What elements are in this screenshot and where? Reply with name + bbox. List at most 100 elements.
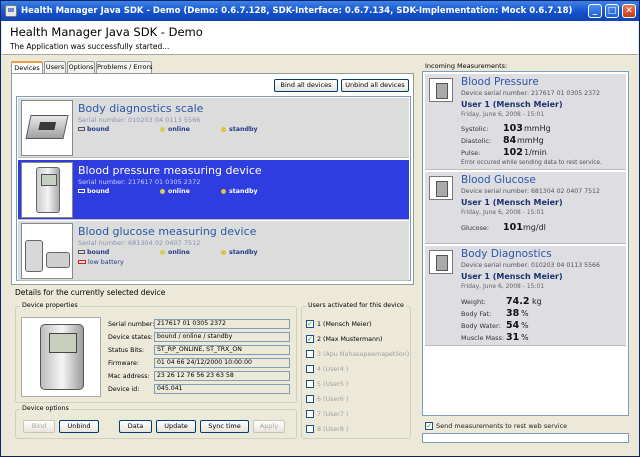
device-name: Blood glucose measuring device xyxy=(78,225,257,238)
device-serial: Serial number: 681304 02 0407 7512 xyxy=(78,239,201,247)
measurement-name: Body Diagnostics xyxy=(461,248,552,260)
page-title: Health Manager Java SDK - Demo xyxy=(10,25,203,39)
glucose-meter-icon xyxy=(21,223,73,279)
prop-label: Device id: xyxy=(108,386,140,393)
bound-status: bound xyxy=(78,249,109,256)
link-icon xyxy=(78,127,85,131)
measurement-row: Body Water: 54% xyxy=(461,320,529,331)
checkbox[interactable]: ✓ xyxy=(306,335,314,343)
tab-problems[interactable]: Problems / Errors xyxy=(96,61,153,73)
measurement-row: Body Fat: 38% xyxy=(461,308,529,319)
device-row-scale[interactable]: Body diagnostics scale Serial number: 01… xyxy=(18,98,409,158)
checkbox[interactable] xyxy=(306,350,314,358)
tab-users[interactable]: Users xyxy=(44,61,66,73)
bound-status: bound xyxy=(78,126,109,133)
bind-all-button[interactable]: Bind all devices xyxy=(274,79,338,92)
online-status: online xyxy=(160,249,190,256)
checkbox[interactable] xyxy=(306,365,314,373)
device-states-field: bound / online / standby xyxy=(154,332,290,342)
measurement-row: Pulse: 102 1/min xyxy=(461,147,547,158)
close-button[interactable]: ✕ xyxy=(622,4,636,18)
user-checkbox-6[interactable]: 6 (User6 ) xyxy=(306,395,348,403)
tab-options[interactable]: Options xyxy=(67,61,95,73)
device-name: Body diagnostics scale xyxy=(78,102,204,115)
measurement-row: Glucose: 101 mg/dl xyxy=(461,222,546,233)
online-dot-icon xyxy=(160,188,165,194)
checkbox[interactable] xyxy=(306,425,314,433)
user-checkbox-5[interactable]: 5 (User5 ) xyxy=(306,380,348,388)
device-serial: Serial number: 217617 01 0305 2372 xyxy=(78,178,201,186)
group-label: Device properties xyxy=(20,302,80,309)
user-checkbox-1[interactable]: ✓ 1 (Mensch Meier) xyxy=(306,320,371,328)
measurement-card-blood-pressure: Blood Pressure Device serial number: 217… xyxy=(425,74,626,170)
low-battery-status: low battery xyxy=(78,259,124,266)
checkbox[interactable]: ✓ xyxy=(306,320,314,328)
prop-label: Mac address: xyxy=(108,373,150,380)
measurement-card-blood-glucose: Blood Glucose Device serial number: 6813… xyxy=(425,172,626,244)
blood-pressure-monitor-icon xyxy=(429,78,453,102)
measurement-name: Blood Glucose xyxy=(461,174,536,186)
rest-status-field xyxy=(422,433,629,443)
mac-address-field: 23 26 12 76 56 23 63 58 xyxy=(154,371,290,381)
user-checkbox-4[interactable]: 4 (User4 ) xyxy=(306,365,348,373)
device-row-glucose[interactable]: Blood glucose measuring device Serial nu… xyxy=(18,221,409,281)
link-icon xyxy=(78,250,85,254)
checkbox[interactable] xyxy=(306,410,314,418)
standby-status: standby xyxy=(221,126,258,133)
measurement-error: Error occured while sending data to rest… xyxy=(461,160,602,166)
standby-status: standby xyxy=(221,188,258,195)
device-row-blood-pressure[interactable]: Blood pressure measuring device Serial n… xyxy=(18,160,409,220)
device-id-field: 045.041 xyxy=(154,384,290,394)
apply-button[interactable]: Apply xyxy=(253,420,285,433)
title-bar[interactable]: Health Manager Java SDK - Demo (Demo: 0.… xyxy=(1,1,639,21)
measurement-serial: Device serial number: 010203 04 0113 556… xyxy=(461,262,600,269)
online-status: online xyxy=(160,126,190,133)
measurement-serial: Device serial number: 681304 02 0407 751… xyxy=(461,188,600,195)
user-checkbox-3[interactable]: 3 (Apu Nahasapeemapetilon) xyxy=(306,350,409,358)
measurement-date: Friday, June 6, 2008 - 15:01 xyxy=(461,209,545,216)
scale-icon xyxy=(21,100,73,156)
user-checkbox-7[interactable]: 7 (User7 ) xyxy=(306,410,348,418)
device-serial: Serial number: 010203 04 0113 5566 xyxy=(78,116,201,124)
checkbox[interactable] xyxy=(306,395,314,403)
measurement-serial: Device serial number: 217617 01 0305 237… xyxy=(461,90,600,97)
standby-dot-icon xyxy=(221,249,226,255)
serial-number-field: 217617 01 0305 2372 xyxy=(154,319,290,329)
online-dot-icon xyxy=(160,249,165,255)
group-label: Users activated for this device xyxy=(306,302,406,309)
bind-button[interactable]: Bind xyxy=(23,420,55,433)
app-icon xyxy=(5,5,17,17)
blood-pressure-monitor-image xyxy=(21,317,101,397)
standby-dot-icon xyxy=(221,188,226,194)
measurement-card-body-diagnostics: Body Diagnostics Device serial number: 0… xyxy=(425,246,626,346)
data-button[interactable]: Data xyxy=(119,420,152,433)
sync-time-button[interactable]: Sync time xyxy=(200,420,249,433)
online-status: online xyxy=(160,188,190,195)
measurement-row: Weight: 74.2 kg xyxy=(461,296,542,307)
measurement-user: User 1 (Mensch Meier) xyxy=(461,272,563,281)
prop-label: Firmware: xyxy=(108,360,139,367)
user-checkbox-8[interactable]: 8 (User8 ) xyxy=(306,425,348,433)
measurement-name: Blood Pressure xyxy=(461,76,539,88)
minimize-button[interactable]: _ xyxy=(588,4,602,18)
update-button[interactable]: Update xyxy=(156,420,196,433)
unbind-button[interactable]: Unbind xyxy=(59,420,99,433)
send-measurements-checkbox[interactable]: ✓ Send measurements to rest web service xyxy=(425,422,567,430)
user-checkbox-2[interactable]: ✓ 2 (Max Mustermann) xyxy=(306,335,382,343)
checkbox[interactable] xyxy=(306,380,314,388)
app-window: Health Manager Java SDK - Demo (Demo: 0.… xyxy=(0,0,640,457)
devices-panel: Bind all devices Unbind all devices Body… xyxy=(11,73,414,285)
header: Health Manager Java SDK - Demo The Appli… xyxy=(2,21,638,55)
measurement-row: Systolic: 103 mmHg xyxy=(461,123,551,134)
firmware-field: 01 04 66 24/12/2000 10:00:00 xyxy=(154,358,290,368)
checkbox[interactable]: ✓ xyxy=(425,422,433,430)
maximize-button[interactable]: □ xyxy=(605,4,619,18)
prop-label: Serial number: xyxy=(108,321,155,328)
group-label: Device options xyxy=(20,405,71,412)
standby-dot-icon xyxy=(221,126,226,132)
unbind-all-button[interactable]: Unbind all devices xyxy=(341,79,409,92)
measurement-row: Diastolic: 84 mmHg xyxy=(461,135,544,146)
details-title: Details for the currently selected devic… xyxy=(15,288,166,297)
status-bits-field: ST_RP_ONLINE, ST_TRX_ON xyxy=(154,345,290,355)
measurement-row: Muscle Mass: 31% xyxy=(461,332,529,343)
